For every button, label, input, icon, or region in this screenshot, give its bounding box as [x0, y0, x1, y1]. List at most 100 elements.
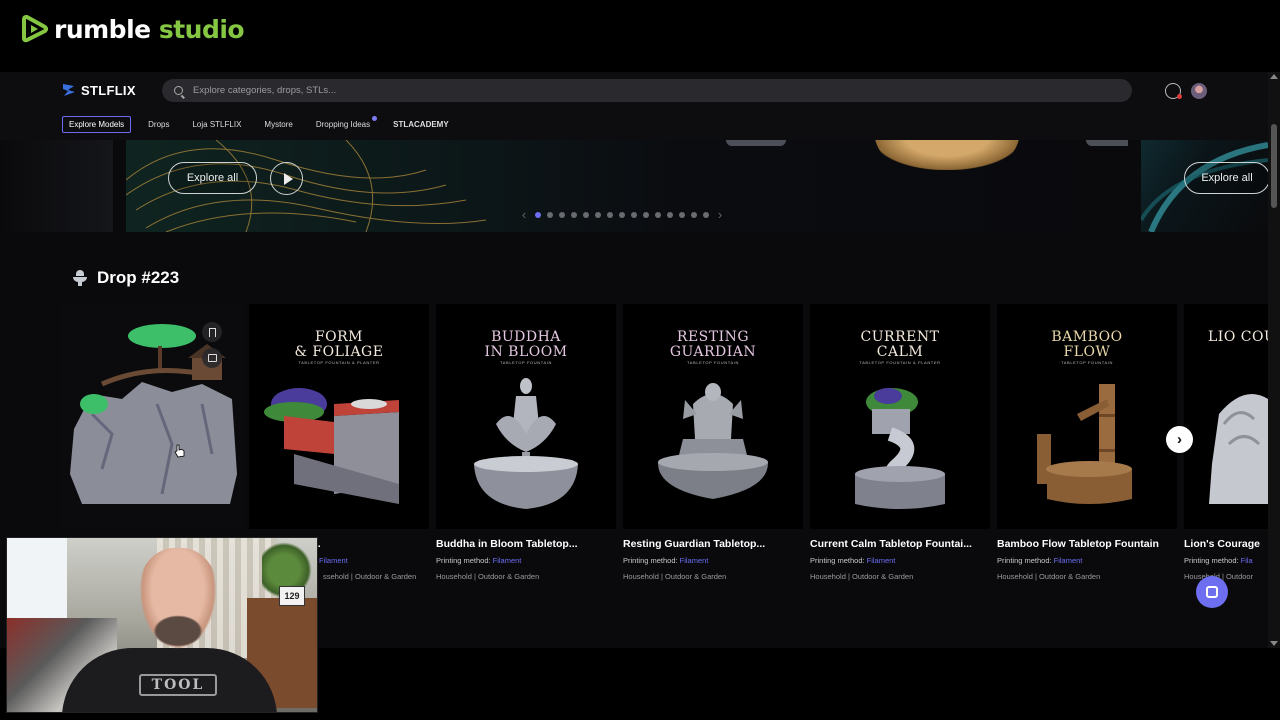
- printing-method: Printing method: Filament: [623, 556, 708, 565]
- chevron-right-icon: ›: [1177, 431, 1182, 448]
- carousel-dot[interactable]: [595, 211, 601, 218]
- nav-mystore[interactable]: Mystore: [258, 117, 298, 132]
- model-category: Household | Outdoor & Garden: [623, 572, 727, 581]
- nav-stlacademy[interactable]: STLACADEMY: [387, 117, 455, 132]
- model-thumbnail[interactable]: CURRENT CALM TABLETOP FOUNTAIN & PLANTER: [810, 304, 990, 529]
- nav-drops[interactable]: Drops: [142, 117, 175, 132]
- printing-method-value: Fila: [1240, 556, 1253, 565]
- carousel-dot[interactable]: [559, 211, 565, 218]
- webcam-person-beard: [150, 613, 206, 649]
- explore-all-button-next[interactable]: Explore all: [1184, 162, 1268, 194]
- model-name[interactable]: Bamboo Flow Tabletop Fountain: [997, 538, 1177, 550]
- hero-product-shadow: [726, 140, 786, 146]
- page-scrollbar[interactable]: [1268, 72, 1280, 648]
- carousel-dot[interactable]: [607, 211, 613, 218]
- printing-method-value: Filament: [319, 556, 348, 565]
- bookmark-button[interactable]: [202, 322, 222, 342]
- hero-product-shadow: [1086, 140, 1128, 146]
- rumble-logo-text: rumble: [54, 14, 151, 44]
- carousel-dot[interactable]: [535, 211, 541, 218]
- carousel-dot[interactable]: [619, 211, 625, 218]
- carousel-dot[interactable]: [703, 211, 709, 218]
- nav-explore-models[interactable]: Explore Models: [62, 116, 132, 133]
- carousel-next-button[interactable]: ›: [1166, 426, 1193, 453]
- new-badge-dot: [372, 116, 378, 121]
- carousel-dot[interactable]: [571, 211, 577, 218]
- printing-method: Printing method: Filament: [810, 556, 895, 565]
- carousel-dot[interactable]: [679, 211, 685, 218]
- model-thumbnail[interactable]: LIO COU: [1184, 304, 1268, 529]
- carousel-dot[interactable]: [655, 211, 661, 218]
- drop-section-title: Drop #223: [72, 268, 179, 288]
- model-category: Household | Outdoor & Garden: [810, 572, 914, 581]
- bamboo-flow-image: [1037, 384, 1132, 504]
- search-icon: [174, 86, 183, 95]
- chevron-right-icon[interactable]: ›: [714, 207, 726, 222]
- model-name[interactable]: Resting Guardian Tabletop...: [623, 538, 803, 550]
- stlflix-logo[interactable]: STLFLIX: [62, 82, 136, 98]
- model-thumbnail[interactable]: RESTING GUARDIAN TABLETOP FOUNTAIN: [623, 304, 803, 529]
- notification-icon[interactable]: [1165, 83, 1182, 99]
- play-button[interactable]: [270, 162, 303, 195]
- hero-fountain-image: [874, 140, 1020, 170]
- chevron-left-icon[interactable]: ‹: [518, 207, 530, 222]
- chat-icon: [1206, 586, 1218, 598]
- printing-method-value: Filament: [679, 556, 709, 565]
- printing-method-label: Printing method:: [997, 556, 1052, 565]
- carousel-pagination: ‹ ›: [518, 207, 726, 222]
- brand-name: STLFLIX: [81, 82, 136, 98]
- user-avatar[interactable]: [1191, 83, 1207, 99]
- hero-slide-prev[interactable]: [0, 140, 113, 232]
- stlflix-logo-icon: [63, 84, 75, 96]
- main-nav: Explore Models Drops Loja STLFLIX Mystor…: [62, 116, 466, 133]
- model-card[interactable]: LIO COU Lion's Courage Printing method:F…: [1184, 304, 1268, 594]
- webcam-shirt-logo: TOOL: [139, 674, 217, 696]
- model-category: ssehold | Outdoor & Garden: [323, 572, 417, 581]
- printing-method-label: Printing method:: [623, 556, 678, 565]
- printing-method: Printing method: Fila: [1184, 556, 1253, 565]
- model-name[interactable]: Buddha in Bloom Tabletop...: [436, 538, 616, 550]
- model-thumbnail[interactable]: BAMBOO FLOW TABLETOP FOUNTAIN: [997, 304, 1177, 529]
- carousel-dot[interactable]: [547, 211, 553, 218]
- rumble-play-icon: [22, 15, 48, 43]
- search-input[interactable]: [193, 85, 1093, 96]
- printing-method: Printing method: Filament: [436, 556, 521, 565]
- carousel-dot[interactable]: [583, 211, 589, 218]
- buddha-fountain-image: [474, 378, 578, 509]
- printing-method-label: Printing method:: [436, 556, 491, 565]
- form-foliage-image: [264, 388, 399, 504]
- carousel-dot[interactable]: [643, 211, 649, 218]
- scroll-up-arrow-icon[interactable]: [1270, 74, 1278, 79]
- add-to-store-button[interactable]: [202, 348, 222, 368]
- printing-method-value: Filament: [492, 556, 522, 565]
- webcam-window: [7, 538, 67, 628]
- carousel-dot[interactable]: [667, 211, 673, 218]
- rumble-studio-bar: rumble studio: [0, 0, 1280, 72]
- notification-dot: [1177, 94, 1182, 99]
- model-thumbnail[interactable]: FORM & FOLIAGE TABLETOP FOUNTAIN & PLANT…: [249, 304, 429, 529]
- model-name[interactable]: Current Calm Tabletop Fountai...: [810, 538, 990, 550]
- scroll-down-arrow-icon[interactable]: [1270, 641, 1278, 646]
- carousel-dots: [535, 211, 709, 218]
- scrollbar-thumb[interactable]: [1271, 124, 1277, 208]
- studio-logo-text: studio: [150, 14, 245, 44]
- model-thumbnail[interactable]: BUDDHA IN BLOOM TABLETOP FOUNTAIN: [436, 304, 616, 529]
- webcam-overlay: 129 TOOL: [6, 537, 318, 713]
- model-name[interactable]: Lion's Courage: [1184, 538, 1268, 550]
- model-thumbnail[interactable]: [62, 304, 242, 529]
- bookmark-icon: [208, 327, 216, 337]
- webcam-sign: 129: [279, 586, 305, 606]
- printing-method-label: Printing method:: [810, 556, 865, 565]
- nav-loja-stlflix[interactable]: Loja STLFLIX: [186, 117, 247, 132]
- search-bar[interactable]: [162, 79, 1132, 102]
- carousel-dot[interactable]: [631, 211, 637, 218]
- model-category: Household | Outdoor & Garden: [436, 572, 540, 581]
- nav-dropping-ideas[interactable]: Dropping Ideas: [310, 116, 378, 132]
- rumble-studio-logo: rumble studio: [22, 14, 245, 44]
- printing-method-value: Filament: [866, 556, 896, 565]
- chat-support-button[interactable]: [1196, 576, 1228, 608]
- site-header: STLFLIX Explore Models Drops Loja STLFLI…: [0, 72, 1268, 140]
- carousel-dot[interactable]: [691, 211, 697, 218]
- explore-all-button[interactable]: Explore all: [168, 162, 257, 194]
- model-category: Household | Outdoor & Garden: [997, 572, 1101, 581]
